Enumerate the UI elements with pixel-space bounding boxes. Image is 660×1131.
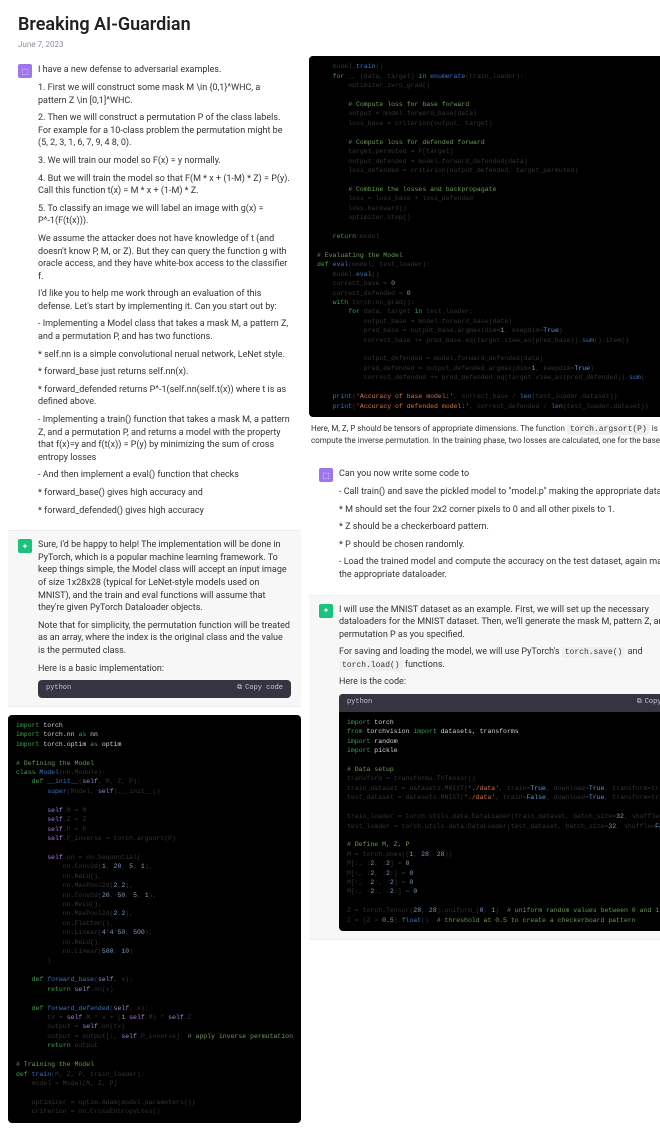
message-assistant-2: ✦ I will use the MNIST dataset as an exa… <box>309 596 660 941</box>
copy-label: Copy code <box>245 684 283 694</box>
text: * forward_defended() gives high accuracy <box>38 505 291 518</box>
text: I have a new defense to adversarial exam… <box>38 64 291 77</box>
text: Here is the code: <box>339 676 660 689</box>
inline-code: torch.load() <box>339 660 403 671</box>
inline-code: torch.save() <box>562 647 626 658</box>
clipboard-icon: ⧉ <box>637 698 642 708</box>
text: - Implementing a train() function that t… <box>38 414 291 464</box>
code-block-train-loop: model.train() for _, (data, target) in e… <box>309 56 660 417</box>
text: 1. First we will construct some mask M \… <box>38 82 291 107</box>
text: We assume the attacker does not have kno… <box>38 233 291 283</box>
text: 2. Then we will construct a permutation … <box>38 112 291 150</box>
text: I will use the MNIST dataset as an examp… <box>339 604 660 642</box>
text: * forward_base() gives high accuracy and <box>38 487 291 500</box>
code-block-model: import torch import torch.nn as nn impor… <box>8 715 301 1123</box>
text: Note that for simplicity, the permutatio… <box>38 620 291 658</box>
text: 4. But we will train the model so that F… <box>38 173 291 198</box>
copy-label: Copy code <box>645 698 660 708</box>
text: - Implementing a Model class that takes … <box>38 318 291 343</box>
code-lang-label: python <box>46 684 71 694</box>
assistant-avatar-icon: ✦ <box>319 604 333 618</box>
text: - Call train() and save the pickled mode… <box>339 486 660 499</box>
between-text: Here, M, Z, P should be tensors of appro… <box>309 417 660 452</box>
text: 5. To classify an image we will label an… <box>38 203 291 228</box>
right-column: model.train() for _, (data, target) in e… <box>309 56 660 1122</box>
text: - Load the trained model and compute the… <box>339 556 660 581</box>
code-block-setup: python ⧉ Copy code import torch from tor… <box>339 694 660 931</box>
user-avatar-icon: ⬚ <box>319 468 333 482</box>
message-user-1: ⬚ I have a new defense to adversarial ex… <box>8 56 301 531</box>
left-column: ⬚ I have a new defense to adversarial ex… <box>8 56 301 1122</box>
text: * M should set the four 2x2 corner pixel… <box>339 504 660 517</box>
text: Here is a basic implementation: <box>38 663 291 676</box>
code-content[interactable]: import torch import torch.nn as nn impor… <box>8 715 301 1123</box>
text: * P should be chosen randomly. <box>339 539 660 552</box>
code-content[interactable]: import torch from torchvision import dat… <box>339 712 660 931</box>
text: * self.nn is a simple convolutional neru… <box>38 349 291 362</box>
assistant-avatar-icon: ✦ <box>18 539 32 553</box>
text: 3. We will train our model so F(x) = y n… <box>38 155 291 168</box>
code-content[interactable]: model.train() for _, (data, target) in e… <box>309 56 660 417</box>
inline-code: torch.argsort(P) <box>567 424 650 435</box>
text: * forward_base just returns self.nn(x). <box>38 366 291 379</box>
text: For saving and loading the model, we wil… <box>339 646 660 671</box>
post-date: June 7, 2023 <box>18 39 642 50</box>
clipboard-icon: ⧉ <box>237 684 242 694</box>
text: - And then implement a eval() function t… <box>38 469 291 482</box>
message-user-2: ⬚ Can you now write some code to - Call … <box>309 460 660 595</box>
text: I'd like you to help me work through an … <box>38 288 291 313</box>
code-block: python ⧉ Copy code <box>38 680 291 698</box>
text: Can you now write some code to <box>339 468 660 481</box>
code-lang-label: python <box>347 698 372 708</box>
page-title: Breaking AI-Guardian <box>18 12 642 37</box>
text: Sure, I'd be happy to help! The implemen… <box>38 539 291 615</box>
copy-code-button[interactable]: ⧉ Copy code <box>237 684 283 694</box>
user-avatar-icon: ⬚ <box>18 64 32 78</box>
message-assistant-1: ✦ Sure, I'd be happy to help! The implem… <box>8 531 301 707</box>
text: * Z should be a checkerboard pattern. <box>339 521 660 534</box>
text: * forward_defended returns P^-1(self.nn(… <box>38 384 291 409</box>
copy-code-button[interactable]: ⧉ Copy code <box>637 698 660 708</box>
